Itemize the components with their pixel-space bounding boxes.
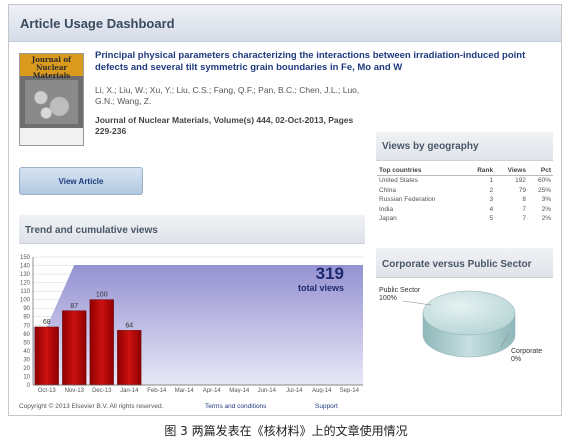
data-label: 64	[125, 322, 133, 329]
geography-title: Views by geography	[382, 141, 479, 152]
x-tick-label: Jun-14	[258, 388, 277, 393]
corporate-header: Corporate versus Public Sector	[376, 248, 553, 278]
article-title[interactable]: Principal physical parameters characteri…	[95, 50, 555, 74]
y-tick-label: 130	[20, 272, 31, 278]
y-tick-label: 70	[23, 323, 30, 329]
geography-table: Top countries Rank Views Pct United Stat…	[377, 166, 553, 224]
total-views-number: 319	[316, 264, 344, 283]
y-tick-label: 100	[20, 298, 31, 304]
y-tick-label: 60	[23, 332, 30, 338]
rank-cell: 3	[489, 196, 494, 204]
y-tick-label: 150	[20, 255, 31, 261]
col-header-country: Top countries	[377, 166, 466, 176]
bar-Dec-13	[89, 299, 114, 386]
rank-cell: 2	[489, 186, 494, 194]
trend-header: Trend and cumulative views	[19, 215, 365, 244]
rank-cell: 5	[489, 215, 494, 223]
geography-row: Japan 5 7 2%	[377, 214, 553, 224]
dashboard-header: Article Usage Dashboard	[9, 5, 561, 42]
y-tick-label: 20	[23, 366, 30, 372]
geography-row: United States 1 192 60%	[377, 176, 553, 186]
corporate-pct: 0%	[511, 356, 521, 363]
y-tick-label: 30	[23, 357, 30, 363]
data-label: 100	[96, 292, 108, 299]
country-cell: Japan	[379, 215, 397, 223]
country-cell: Russian Federation	[379, 196, 436, 204]
trend-chart: 0 10 20 30 40 50 60 70 80 90 100 110 120 130 140 150 68 8…	[20, 255, 363, 393]
pct-cell: 2%	[541, 215, 551, 223]
usage-dashboard: Article Usage Dashboard Journal of Nucle…	[8, 4, 562, 416]
data-label: 68	[43, 319, 51, 326]
y-tick-label: 90	[23, 306, 30, 312]
rank-cell: 1	[489, 177, 494, 185]
x-tick-label: Aug-14	[312, 388, 332, 393]
y-tick-label: 0	[27, 383, 31, 389]
cover-banner: Journal of Nuclear Materials	[20, 54, 83, 80]
geography-row: India 4 7 2%	[377, 205, 553, 215]
y-tick-label: 40	[23, 349, 30, 355]
y-tick-label: 80	[23, 315, 30, 321]
pct-cell: 3%	[541, 196, 551, 204]
geography-row: Russian Federation 3 8 3%	[377, 195, 553, 205]
corporate-label: Corporate	[511, 348, 542, 355]
geography-row: China 2 79 25%	[377, 186, 553, 196]
views-cell: 8	[522, 196, 526, 204]
y-tick-label: 120	[20, 281, 31, 287]
public-sector-pct: 100%	[379, 295, 397, 302]
article-authors: Li, X.; Liu, W.; Xu, Y.; Liu, C.S.; Fang…	[95, 85, 360, 106]
x-tick-label: May-14	[229, 388, 250, 393]
y-tick-label: 110	[20, 289, 30, 295]
y-tick-label: 50	[23, 340, 30, 346]
geography-header-row: Top countries Rank Views Pct	[377, 166, 553, 176]
cover-title: Journal of Nuclear Materials	[31, 55, 72, 80]
data-label: 87	[70, 303, 78, 310]
country-cell: India	[379, 205, 394, 213]
y-tick-label: 140	[20, 264, 31, 270]
x-tick-label: Jan-14	[120, 388, 139, 393]
pct-cell: 25%	[537, 186, 551, 194]
country-cell: United States	[379, 177, 419, 185]
terms-link[interactable]: Terms and conditions	[205, 403, 266, 410]
support-link[interactable]: Support	[315, 403, 338, 410]
cover-micrograph	[25, 80, 78, 124]
sector-pie-chart: Public Sector 100% Corporate 0%	[379, 287, 542, 363]
copyright-text: Copyright © 2013 Elsevier B.V. All right…	[19, 403, 164, 410]
public-leader-line	[402, 300, 432, 306]
x-tick-label: Dec-13	[92, 388, 112, 393]
x-tick-label: Mar-14	[175, 388, 195, 393]
pct-cell: 60%	[537, 177, 551, 185]
col-header-rank: Rank	[465, 166, 496, 176]
trend-title: Trend and cumulative views	[25, 225, 158, 236]
col-header-pct: Pct	[527, 166, 553, 176]
total-views-label: total views	[298, 283, 344, 293]
country-cell: China	[379, 186, 396, 194]
x-tick-label: Apr-14	[203, 388, 222, 393]
x-tick-label: Sep-14	[340, 388, 360, 393]
public-sector-label: Public Sector	[379, 287, 421, 294]
view-article-button[interactable]: View Article	[19, 167, 143, 195]
y-tick-label: 10	[23, 374, 30, 380]
views-cell: 7	[522, 205, 526, 213]
cover-footer	[20, 128, 83, 145]
views-cell: 7	[522, 215, 526, 223]
figure-caption: 图 3 两篇发表在《核材料》上的文章使用情况	[164, 424, 408, 438]
views-cell: 79	[518, 186, 526, 194]
pie-slice-public	[422, 290, 516, 336]
x-tick-label: Feb-14	[147, 388, 167, 393]
bar-Jan-14	[117, 330, 142, 386]
col-header-views: Views	[495, 166, 528, 176]
rank-cell: 4	[489, 205, 494, 213]
dashboard-title: Article Usage Dashboard	[20, 16, 175, 31]
geography-header: Views by geography	[376, 132, 553, 161]
article-citation: Journal of Nuclear Materials, Volume(s) …	[95, 115, 354, 136]
x-tick-label: Oct-13	[38, 388, 57, 393]
bar-Nov-13	[62, 310, 87, 386]
x-tick-label: Jul-14	[286, 388, 303, 393]
views-cell: 192	[515, 177, 526, 185]
journal-cover-image[interactable]: Journal of Nuclear Materials	[19, 53, 84, 146]
pct-cell: 2%	[541, 205, 551, 213]
corporate-title: Corporate versus Public Sector	[382, 259, 532, 270]
bar-Oct-13	[34, 326, 59, 386]
x-tick-label: Nov-13	[65, 388, 85, 393]
